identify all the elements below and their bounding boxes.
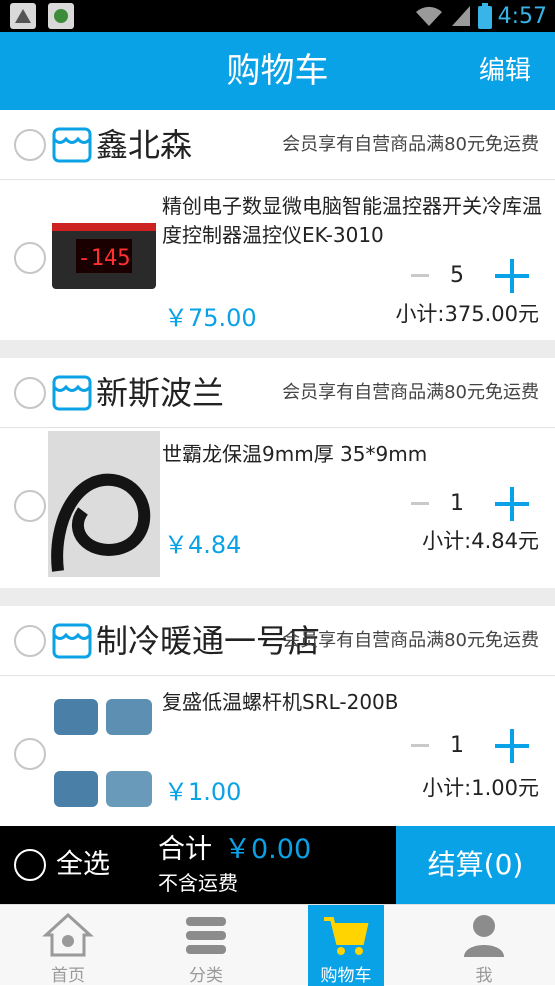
item-select-radio[interactable] xyxy=(14,738,46,770)
shop-name[interactable]: 新斯波兰 xyxy=(96,358,224,428)
cart-item: -145 精创电子数显微电脑智能温控器开关冷库温度控制器温控仪EK-3010 5… xyxy=(0,180,555,340)
app-header: 购物车 编辑 xyxy=(0,32,555,110)
signal-icon xyxy=(451,6,470,26)
decrease-button[interactable] xyxy=(409,735,431,757)
quantity-stepper: 1 xyxy=(409,726,529,766)
quantity-stepper: 5 xyxy=(409,256,529,296)
insulation-tube-image[interactable] xyxy=(48,431,160,577)
product-title[interactable]: 精创电子数显微电脑智能温控器开关冷库温度控制器温控仪EK-3010 xyxy=(162,192,542,250)
product-price: ￥4.84 xyxy=(164,531,242,559)
controller-display-text: -145 xyxy=(78,246,131,271)
quantity-value[interactable]: 1 xyxy=(437,726,477,766)
increase-button[interactable] xyxy=(495,729,529,763)
product-price: ￥1.00 xyxy=(164,778,242,806)
decrease-button[interactable] xyxy=(409,493,431,515)
decrease-button[interactable] xyxy=(409,265,431,287)
battery-icon xyxy=(477,3,492,29)
shop-icon xyxy=(52,375,92,411)
screw-compressor-image[interactable] xyxy=(48,679,160,825)
item-subtotal: 小计:4.84元 xyxy=(422,529,539,553)
shop-select-radio[interactable] xyxy=(14,625,46,657)
cart-item: 复盛低温螺杆机SRL-200B 1 ￥1.00 小计:1.00元 xyxy=(0,676,555,826)
shop-select-radio[interactable] xyxy=(14,377,46,409)
quantity-value[interactable]: 1 xyxy=(437,484,477,524)
item-select-radio[interactable] xyxy=(14,490,46,522)
item-select-radio[interactable] xyxy=(14,242,46,274)
total-amount: ￥0.00 xyxy=(224,834,312,865)
tab-label: 首页 xyxy=(51,966,85,986)
shop-promo: 会员享有自营商品满80元免运费 xyxy=(282,382,539,403)
page-title: 购物车 xyxy=(226,51,329,91)
checkout-button[interactable]: 结算(0) xyxy=(396,826,555,904)
checkout-bar: 全选 合计 ￥0.00 不含运费 结算(0) xyxy=(0,826,555,904)
bottom-tab-bar: 首页 分类 购物车 我 xyxy=(0,904,555,986)
shop-promo: 会员享有自营商品满80元免运费 xyxy=(282,630,539,651)
status-time: 4:57 xyxy=(497,3,547,29)
shop-name[interactable]: 鑫北森 xyxy=(96,110,192,180)
home-icon xyxy=(42,912,94,957)
cart-item: 世霸龙保温9mm厚 35*9mm 1 ￥4.84 小计:4.84元 xyxy=(0,428,555,588)
app-notification-icon xyxy=(10,3,36,29)
profile-icon xyxy=(464,915,504,957)
select-all-label[interactable]: 全选 xyxy=(56,826,110,904)
tab-label: 分类 xyxy=(189,966,223,986)
shop-promo: 会员享有自营商品满80元免运费 xyxy=(282,134,539,155)
shop-header: 鑫北森 会员享有自营商品满80元免运费 xyxy=(0,110,555,180)
product-price: ￥75.00 xyxy=(164,304,257,332)
tab-label: 我 xyxy=(475,966,493,986)
shop-header: 新斯波兰 会员享有自营商品满80元免运费 xyxy=(0,358,555,428)
quantity-value[interactable]: 5 xyxy=(437,256,477,296)
wifi-icon xyxy=(415,6,442,26)
increase-button[interactable] xyxy=(495,259,529,293)
category-icon xyxy=(186,917,226,954)
select-all-radio[interactable] xyxy=(14,849,46,881)
quantity-stepper: 1 xyxy=(409,484,529,524)
item-subtotal: 小计:375.00元 xyxy=(395,302,539,326)
tab-label: 购物车 xyxy=(320,966,372,986)
tab-category[interactable]: 分类 xyxy=(146,905,266,986)
section-divider xyxy=(0,588,555,606)
shop-header: 制冷暖通一号店 会员享有自营商品满80元免运费 xyxy=(0,606,555,676)
app-notification-icon xyxy=(48,3,74,29)
edit-button[interactable]: 编辑 xyxy=(479,32,531,110)
shipping-note: 不含运费 xyxy=(158,871,238,895)
temperature-controller-image[interactable]: -145 xyxy=(48,183,160,329)
cart-list[interactable]: 鑫北森 会员享有自营商品满80元免运费 -145 精创电子数显微电脑智能温控器开… xyxy=(0,110,555,826)
item-subtotal: 小计:1.00元 xyxy=(422,776,539,800)
status-bar: 4:57 xyxy=(0,0,555,32)
increase-button[interactable] xyxy=(495,487,529,521)
section-divider xyxy=(0,340,555,358)
cart-icon xyxy=(324,917,369,955)
product-title[interactable]: 复盛低温螺杆机SRL-200B xyxy=(162,688,542,717)
tab-home[interactable]: 首页 xyxy=(8,905,128,986)
shop-icon xyxy=(52,623,92,659)
shop-select-radio[interactable] xyxy=(14,129,46,161)
tab-profile[interactable]: 我 xyxy=(424,905,544,986)
total-label: 合计 xyxy=(158,834,212,865)
shop-icon xyxy=(52,127,92,163)
product-title[interactable]: 世霸龙保温9mm厚 35*9mm xyxy=(162,440,542,469)
tab-cart[interactable]: 购物车 xyxy=(308,905,384,986)
